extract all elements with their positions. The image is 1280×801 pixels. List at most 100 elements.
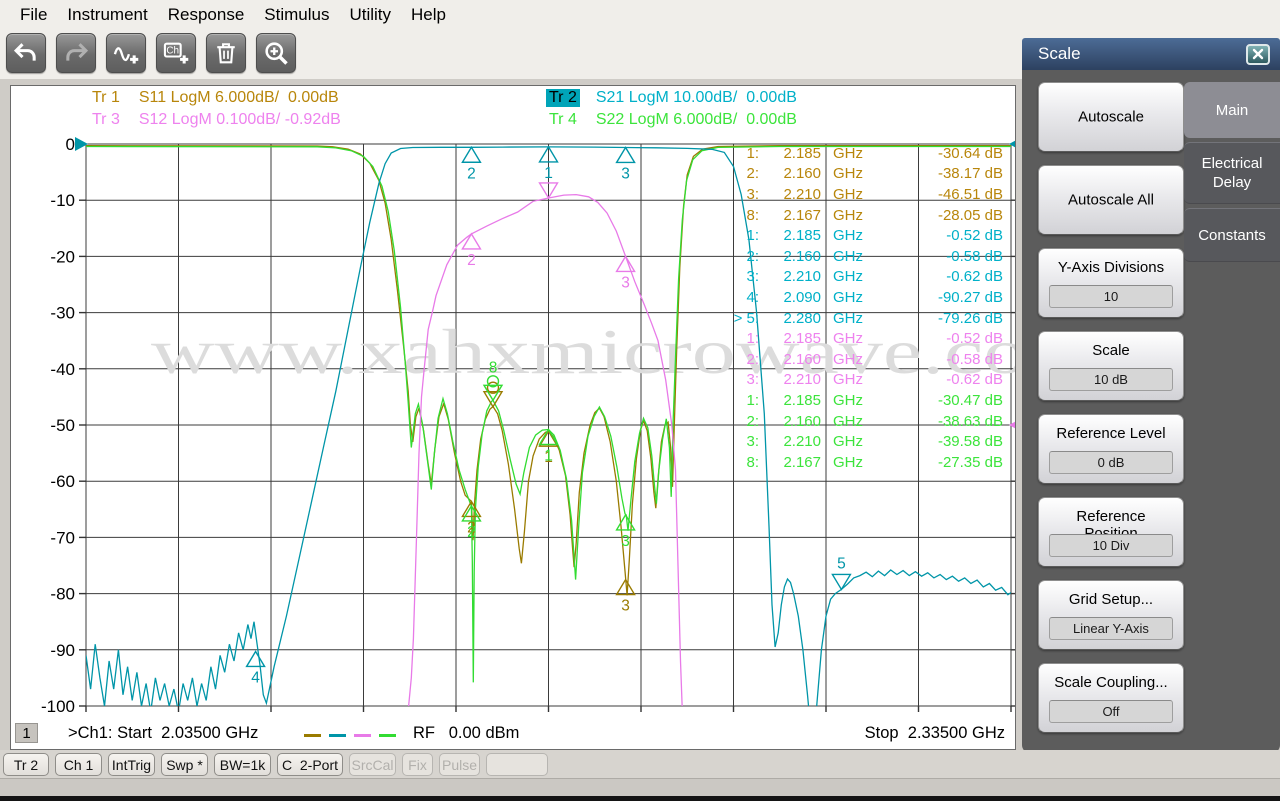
scale-value[interactable]: 10 dB — [1049, 368, 1173, 391]
undo-button[interactable] — [6, 33, 46, 73]
trace-selector-tr1[interactable]: Tr 1 — [89, 89, 123, 107]
stop-frequency-label: Stop 2.33500 GHz — [864, 724, 1005, 742]
start-frequency-label: >Ch1: Start 2.03500 GHz — [68, 724, 259, 742]
menu-item-file[interactable]: File — [10, 5, 57, 25]
reference-level-arrow-tr3[interactable] — [1009, 418, 1016, 432]
grid-setup-value[interactable]: Linear Y-Axis — [1049, 617, 1173, 640]
status-swp--button[interactable]: Swp * — [161, 753, 208, 776]
trace-title-tr1[interactable]: Tr 1 S11 LogM 6.000dB/ 0.00dB — [89, 89, 339, 107]
y-axis-tick-label: -40 — [50, 360, 75, 379]
add-channel-button[interactable]: Ch — [156, 33, 196, 73]
panel-body: Autoscale Autoscale All Y-Axis Divisions 10… — [1022, 70, 1280, 753]
marker-value: -38.63 dB — [937, 412, 1003, 430]
status-bw-1k-button[interactable]: BW=1k — [214, 753, 271, 776]
marker-frequency: 2.185 GHz — [783, 391, 863, 409]
menu-item-response[interactable]: Response — [158, 5, 255, 25]
window-chrome-bottom — [0, 778, 1280, 796]
channel-status-line: 1 >Ch1: Start 2.03500 GHz RF 0.00 dBm St… — [11, 722, 1015, 748]
trace-selector-tr3[interactable]: Tr 3 — [89, 111, 123, 129]
marker-frequency: 2.210 GHz — [783, 371, 863, 389]
marker-readout-row: 2: 2.160 GHz -38.17 dB — [711, 164, 1003, 185]
marker-number: 8: — [746, 206, 759, 224]
autoscale-all-button[interactable]: Autoscale All — [1038, 165, 1184, 235]
trace-title-tr2[interactable]: Tr 2 S21 LogM 10.00dB/ 0.00dB — [546, 89, 797, 107]
svg-text:5: 5 — [837, 555, 846, 572]
reference-position-button[interactable]: Reference Position10 Div — [1038, 497, 1184, 567]
marker-value: -38.17 dB — [937, 165, 1003, 183]
scale-button[interactable]: Scale 10 dB — [1038, 331, 1184, 401]
add-trace-icon — [113, 47, 139, 64]
menu-item-instrument[interactable]: Instrument — [57, 5, 157, 25]
marker-frequency: 2.160 GHz — [783, 165, 863, 183]
menu-item-help[interactable]: Help — [401, 5, 456, 25]
marker-value: -30.64 dB — [937, 144, 1003, 162]
status-c-2-port-button[interactable]: C 2-Port — [277, 753, 343, 776]
panel-title: Scale — [1038, 44, 1081, 63]
trace-selector-tr4[interactable]: Tr 4 — [546, 111, 580, 129]
undo-icon — [13, 43, 36, 61]
delete-button[interactable] — [206, 33, 246, 73]
marker-3-tr2[interactable]: 3 — [615, 146, 636, 182]
marker-2-tr2[interactable]: 2 — [461, 145, 482, 182]
status-ch-1-button[interactable]: Ch 1 — [55, 753, 102, 776]
marker-value: -46.51 dB — [937, 185, 1003, 203]
trace-selector-tr2[interactable]: Tr 2 — [546, 89, 580, 107]
zoom-in-button[interactable] — [256, 33, 296, 73]
softkey-label: Grid Setup... — [1068, 591, 1154, 608]
marker-number: 1: — [746, 330, 759, 348]
tab-main[interactable]: Main — [1184, 82, 1280, 138]
channel-window: 0 -10 -20 -30 -40 -50 -60 -70 -80 -90 -100 www.xahx… — [10, 85, 1016, 750]
tab-constants[interactable]: Constants — [1184, 208, 1280, 262]
reference-level-value[interactable]: 0 dB — [1049, 451, 1173, 474]
svg-text:8: 8 — [489, 359, 498, 376]
marker-value: -90.27 dB — [937, 288, 1003, 306]
reference-level-arrow-tr2[interactable] — [1009, 137, 1016, 151]
redo-button — [56, 33, 96, 73]
menu-item-utility[interactable]: Utility — [339, 5, 401, 25]
marker-readout-row: 2: 2.160 GHz -0.58 dB — [711, 349, 1003, 370]
marker-value: -0.52 dB — [946, 227, 1003, 245]
marker-number: 3: — [746, 268, 759, 286]
reference-level-button[interactable]: Reference Level 0 dB — [1038, 414, 1184, 484]
panel-titlebar: Scale — [1022, 38, 1280, 70]
marker-number: 2: — [746, 247, 759, 265]
scale-coupling-button[interactable]: Scale Coupling... Off — [1038, 663, 1184, 733]
tab-electrical-delay[interactable]: Electrical Delay — [1184, 142, 1280, 204]
marker-value: -27.35 dB — [937, 453, 1003, 471]
svg-text:Ch: Ch — [166, 46, 179, 57]
marker-readout-row: 1: 2.185 GHz -0.52 dB — [711, 328, 1003, 349]
grid-setup-button[interactable]: Grid Setup... Linear Y-Axis — [1038, 580, 1184, 650]
close-icon[interactable] — [1246, 43, 1270, 65]
y-axis-tick-label: -70 — [50, 528, 75, 547]
marker-frequency: 2.185 GHz — [783, 144, 863, 162]
scale-softkey-panel: Scale Autoscale Autoscale All Y-Axis Divis… — [1022, 38, 1280, 753]
y-axis-divisions-button[interactable]: Y-Axis Divisions 10 — [1038, 248, 1184, 318]
status-tr-2-button[interactable]: Tr 2 — [3, 753, 49, 776]
trace-scale-text-tr3: S12 LogM 0.100dB/ -0.92dB — [138, 111, 341, 128]
marker-readout-row: 3: 2.210 GHz -39.58 dB — [711, 431, 1003, 452]
marker-number: 1: — [746, 391, 759, 409]
zoom-in-icon — [265, 42, 288, 65]
marker-number: 1: — [746, 227, 759, 245]
add-trace-button[interactable] — [106, 33, 146, 73]
marker-number: 3: — [746, 371, 759, 389]
marker-readout-row: 2: 2.160 GHz -0.58 dB — [711, 246, 1003, 267]
add-channel-icon: Ch — [163, 42, 189, 64]
autoscale-button[interactable]: Autoscale — [1038, 82, 1184, 152]
trace-title-tr3[interactable]: Tr 3 S12 LogM 0.100dB/ -0.92dB — [89, 111, 341, 129]
marker-value: -0.58 dB — [946, 350, 1003, 368]
marker-number: 3: — [746, 433, 759, 451]
y-axis-divisions-value[interactable]: 10 — [1049, 285, 1173, 308]
marker-frequency: 2.185 GHz — [783, 330, 863, 348]
status-inttrig-button[interactable]: IntTrig — [108, 753, 155, 776]
y-axis-tick-label: -100 — [41, 697, 75, 716]
marker-number: > 5: — [733, 309, 759, 327]
svg-text:3: 3 — [621, 165, 630, 182]
menu-item-stimulus[interactable]: Stimulus — [254, 5, 339, 25]
reference-position-value[interactable]: 10 Div — [1049, 534, 1173, 557]
softkey-label: Y-Axis Divisions — [1057, 259, 1165, 276]
trace-title-tr4[interactable]: Tr 4 S22 LogM 6.000dB/ 0.00dB — [546, 111, 797, 129]
marker-frequency: 2.210 GHz — [783, 433, 863, 451]
marker-readout-row: 1: 2.185 GHz -0.52 dB — [711, 225, 1003, 246]
scale-coupling-value[interactable]: Off — [1049, 700, 1173, 723]
